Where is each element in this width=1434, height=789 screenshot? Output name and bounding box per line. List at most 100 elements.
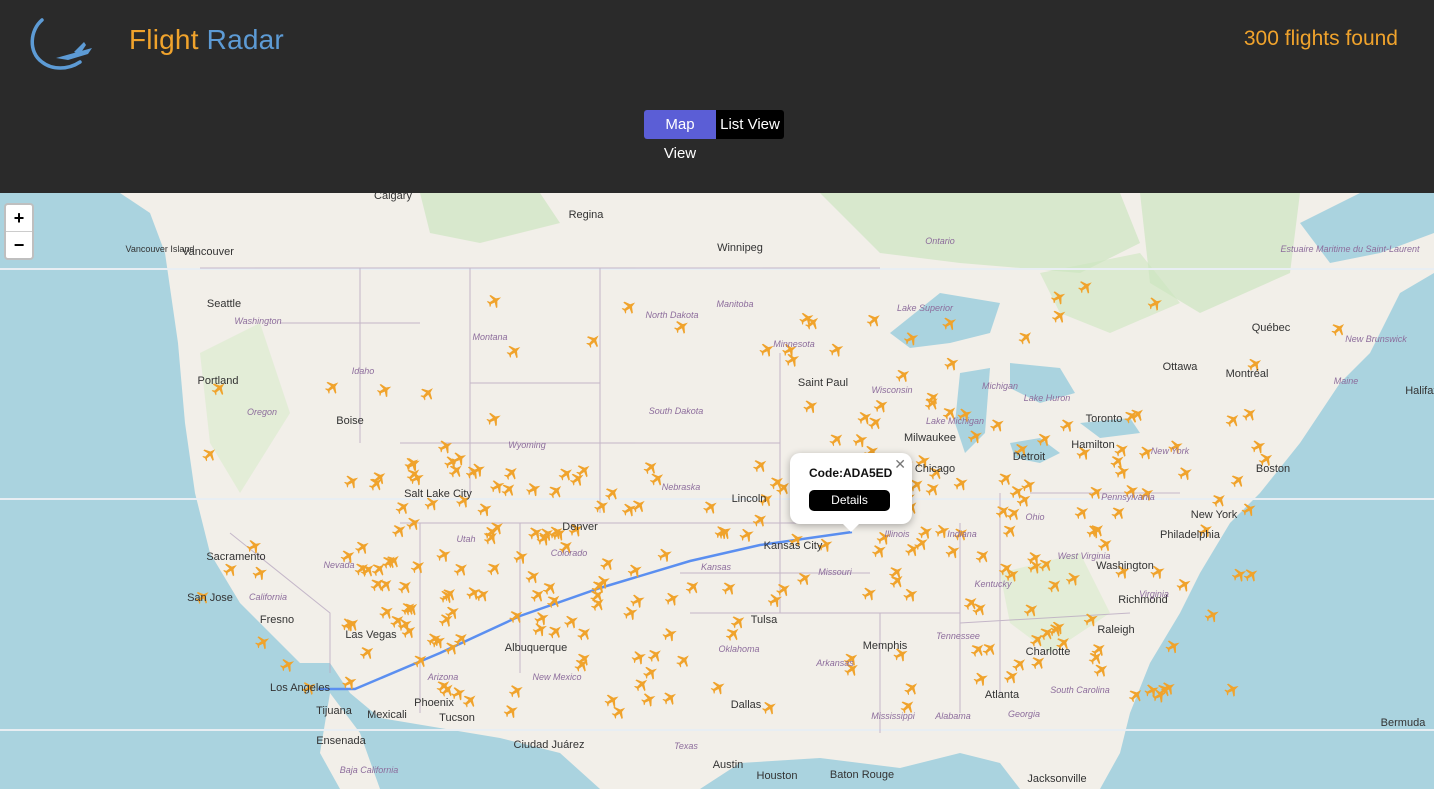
plane-marker-icon[interactable] <box>278 655 298 674</box>
region-label: Ohio <box>1025 512 1044 522</box>
region-label: Nevada <box>323 560 354 570</box>
region-label: Nebraska <box>662 482 701 492</box>
city-label: Tulsa <box>751 614 778 626</box>
flight-code: Code:ADA5ED <box>809 466 893 480</box>
city-label: Boston <box>1256 463 1290 475</box>
zoom-control: + − <box>4 203 34 260</box>
city-label: Winnipeg <box>717 242 763 254</box>
city-label: Austin <box>713 759 744 771</box>
city-label: Raleigh <box>1097 624 1134 636</box>
city-label: Regina <box>569 209 605 221</box>
region-label: Indiana <box>947 529 977 539</box>
region-label: Colorado <box>551 548 588 558</box>
city-label: Houston <box>757 770 798 782</box>
region-label: Arizona <box>427 672 459 682</box>
city-label: New York <box>1191 509 1238 521</box>
region-label: Tennessee <box>936 631 980 641</box>
view-toggle: Map View List View <box>644 110 784 162</box>
region-label: Alabama <box>934 711 971 721</box>
city-label: Philadelphia <box>1160 529 1221 541</box>
close-icon[interactable]: ✕ <box>894 456 906 473</box>
plane-marker-icon[interactable] <box>1241 565 1261 585</box>
region-label: New Brunswick <box>1345 334 1407 344</box>
city-label: Hamilton <box>1071 439 1114 451</box>
city-label: Seattle <box>207 298 241 310</box>
region-label: Minnesota <box>773 339 815 349</box>
region-label: Missouri <box>818 567 853 577</box>
city-label: Québec <box>1252 322 1291 334</box>
city-label: Boise <box>336 415 364 427</box>
city-label: Salt Lake City <box>404 488 472 500</box>
city-label: Dallas <box>731 699 762 711</box>
zoom-out-button[interactable]: − <box>6 232 32 258</box>
plane-swoosh-icon <box>30 18 92 70</box>
region-label: Baja California <box>340 765 399 775</box>
region-label: Idaho <box>352 366 375 376</box>
city-label: Vancouver Island <box>126 244 195 254</box>
region-label: Lake Michigan <box>926 416 984 426</box>
region-label: South Dakota <box>649 406 704 416</box>
city-label: Jacksonville <box>1027 773 1086 785</box>
city-label: Kansas City <box>764 540 823 552</box>
city-label: Calgary <box>374 193 412 202</box>
list-view-button[interactable]: List View <box>716 110 784 139</box>
map-view-button[interactable]: Map View <box>644 110 716 162</box>
region-label: Maine <box>1334 376 1359 386</box>
city-label: Fresno <box>260 614 294 626</box>
region-label: Manitoba <box>716 299 753 309</box>
city-label: Charlotte <box>1026 646 1071 658</box>
city-label: San Jose <box>187 592 233 604</box>
plane-marker-icon[interactable] <box>1203 605 1222 624</box>
flight-popup: Code:ADA5ED ✕ Details <box>790 453 912 532</box>
plane-marker-icon[interactable] <box>253 632 273 651</box>
region-label: Utah <box>456 534 475 544</box>
city-label: Tijuana <box>316 705 353 717</box>
city-label: Las Vegas <box>345 629 397 641</box>
brand-word-flight: Flight <box>129 24 199 55</box>
region-label: Kentucky <box>974 579 1012 589</box>
region-label: Kansas <box>701 562 732 572</box>
map-canvas[interactable]: CalgaryReginaWinnipegVancouverVancouver … <box>0 193 1434 789</box>
city-label: Portland <box>198 375 239 387</box>
city-label: Montréal <box>1226 368 1269 380</box>
city-label: Ottawa <box>1163 361 1199 373</box>
app-header: Flight Radar 300 flights found Map View … <box>0 0 1434 193</box>
city-label: Baton Rouge <box>830 769 894 781</box>
brand-word-radar: Radar <box>206 24 284 55</box>
region-label: Ontario <box>925 236 955 246</box>
plane-marker-icon[interactable] <box>1223 680 1242 699</box>
plane-marker-icon[interactable] <box>1230 565 1249 584</box>
city-label: Washington <box>1096 560 1154 572</box>
region-label: Wisconsin <box>872 385 913 395</box>
region-label: Montana <box>472 332 507 342</box>
region-label: Pennsylvania <box>1101 492 1155 502</box>
region-label: Virginia <box>1139 589 1169 599</box>
region-label: South Carolina <box>1050 685 1110 695</box>
city-label: Lincoln <box>732 493 767 505</box>
city-label: Ensenada <box>316 735 366 747</box>
region-label: Lake Huron <box>1024 393 1071 403</box>
region-label: Oklahoma <box>718 644 759 654</box>
region-label: West Virginia <box>1058 551 1111 561</box>
region-label: Mississippi <box>871 711 916 721</box>
details-button[interactable]: Details <box>809 490 890 511</box>
region-label: New Mexico <box>532 672 581 682</box>
region-label: Michigan <box>982 381 1018 391</box>
plane-marker-icon[interactable] <box>1163 637 1183 656</box>
region-label: Georgia <box>1008 709 1040 719</box>
region-label: Estuaire Maritime du Saint-Laurent <box>1280 244 1420 254</box>
zoom-in-button[interactable]: + <box>6 205 32 232</box>
city-label: Sacramento <box>206 551 265 563</box>
city-label: Denver <box>562 521 598 533</box>
region-label: Wyoming <box>508 440 546 450</box>
region-label: North Dakota <box>645 310 698 320</box>
region-label: New York <box>1151 446 1190 456</box>
flight-map[interactable]: Calgary Regina Winnipeg Vancouver Vancouver … <box>0 193 1434 789</box>
city-label: Bermuda <box>1381 717 1427 729</box>
region-label: Arkansas <box>815 658 854 668</box>
city-label: Chicago <box>915 463 955 475</box>
city-label: Mexicali <box>367 709 407 721</box>
city-label: Halifax <box>1405 385 1434 397</box>
region-label: Oregon <box>247 407 277 417</box>
city-label: Milwaukee <box>904 432 956 444</box>
